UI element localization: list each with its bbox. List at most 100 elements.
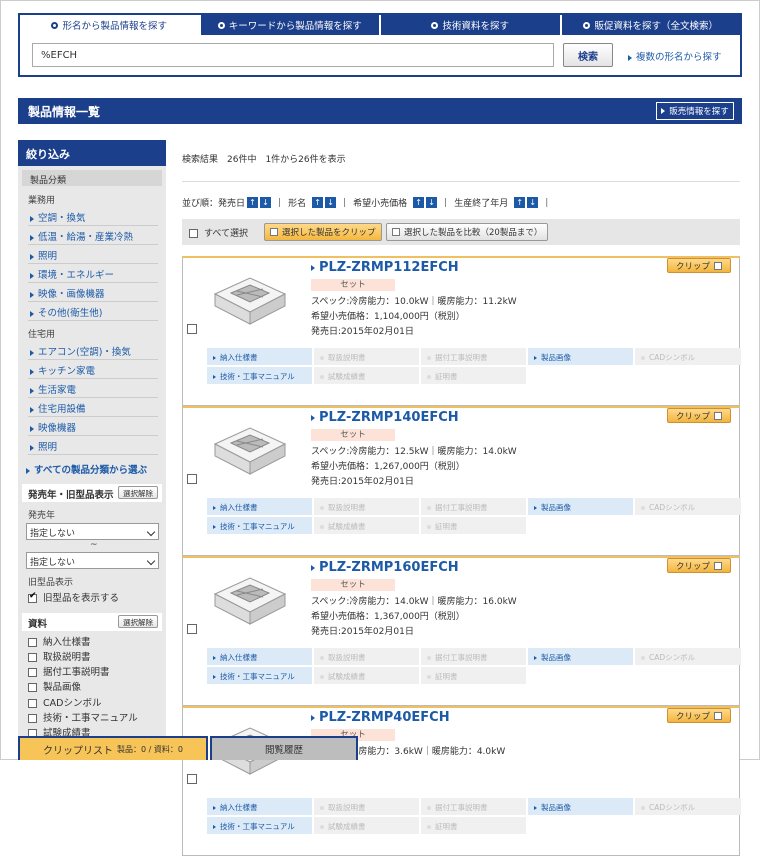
sort-asc-icon[interactable]: ↑ (247, 197, 259, 208)
sort-desc-icon[interactable]: ↓ (527, 197, 539, 208)
clip-button[interactable]: クリップ (667, 258, 731, 273)
category-link[interactable]: その他(衛生他) (28, 302, 158, 321)
tab-sales-docs[interactable]: 販促資料を探す（全文検索） (561, 15, 740, 35)
doc-links: 納入仕様書 取扱説明書 据付工事説明書 製品画像 CADシンボル 技術・工事マニュアル 試験… (207, 348, 741, 384)
doc-link[interactable]: 製品画像 (528, 798, 633, 815)
clip-button[interactable]: クリップ (667, 558, 731, 573)
filter-sidebar: 絞り込み 製品分類 業務用 空調・換気 低温・給湯・産業冷熱 照明 環境・エネル… (18, 140, 166, 760)
select-all-checkbox[interactable]: すべて選択 (189, 226, 248, 239)
release-year-from-select[interactable]: 指定しない (26, 523, 159, 540)
clip-selected-button[interactable]: 選択した製品をクリップ (264, 223, 382, 241)
product-checkbox[interactable] (187, 324, 197, 334)
doc-link[interactable]: 納入仕様書 (207, 498, 312, 515)
product-name-link[interactable]: PLZ-ZRMP140EFCH (311, 410, 459, 425)
radio-icon (583, 21, 591, 29)
radio-icon (217, 21, 225, 29)
doc-checkbox[interactable]: 技術・工事マニュアル (28, 710, 138, 724)
doc-checkbox[interactable]: 納入仕様書 (28, 634, 91, 648)
category-link[interactable]: 映像・画像機器 (28, 283, 158, 302)
all-categories-link[interactable]: すべての製品分類から選ぶ (26, 462, 147, 476)
old-model-checkbox[interactable]: 旧型品を表示する (28, 590, 119, 604)
doc-link[interactable]: 技術・工事マニュアル (207, 667, 312, 684)
doc-link: 試験成績書 (314, 367, 419, 384)
category-link[interactable]: 低温・給湯・産業冷熱 (28, 226, 158, 245)
doc-link: 取扱説明書 (314, 648, 419, 665)
doc-link[interactable]: 納入仕様書 (207, 348, 312, 365)
sort-desc-icon[interactable]: ↓ (325, 197, 337, 208)
tab-tech-docs[interactable]: 技術資料を探す (381, 15, 560, 35)
category-link[interactable]: 照明 (28, 436, 158, 455)
product-image (213, 427, 287, 475)
compare-selected-button[interactable]: 選択した製品を比較（20製品まで） (386, 223, 549, 241)
divider (182, 181, 740, 182)
history-tab[interactable]: 閲覧履歴 (210, 736, 358, 760)
category-link[interactable]: 住宅用設備 (28, 398, 158, 417)
search-tabs: 形名から製品情報を探す キーワードから製品情報を探す 技術資料を探す 販促資料を… (20, 15, 740, 35)
doc-checkbox[interactable]: 据付工事説明書 (28, 664, 110, 678)
release-date: 発売日:2015年02月01日 (311, 477, 414, 487)
doc-link[interactable]: 技術・工事マニュアル (207, 817, 312, 834)
clip-icon (714, 711, 722, 720)
product-name-link[interactable]: PLZ-ZRMP160EFCH (311, 560, 459, 575)
doc-link[interactable]: 製品画像 (528, 498, 633, 515)
category-link[interactable]: キッチン家電 (28, 360, 158, 379)
sales-info-button[interactable]: 販売情報を探す (656, 102, 734, 120)
set-badge: セット (311, 579, 395, 591)
multi-model-link[interactable]: 複数の形名から探す (628, 49, 722, 63)
category-link[interactable]: 映像機器 (28, 417, 158, 436)
filter-title: 絞り込み (18, 140, 166, 166)
product-spec: スペック:冷房能力：10.0kW｜暖房能力：11.2kW (311, 297, 517, 307)
clip-button[interactable]: クリップ (667, 408, 731, 423)
sort-asc-icon[interactable]: ↑ (312, 197, 324, 208)
clear-button[interactable]: 選択解除 (118, 486, 158, 499)
tab-model-search[interactable]: 形名から製品情報を探す (20, 15, 199, 35)
clip-list-tab[interactable]: クリップリスト 製品：0 / 資料：0 (18, 736, 208, 760)
clear-button[interactable]: 選択解除 (118, 615, 158, 628)
product-price: 希望小売価格：1,267,000円（税別） (311, 462, 465, 472)
doc-link: 取扱説明書 (314, 798, 419, 815)
release-year-label: 発売年 (28, 511, 56, 521)
clip-button[interactable]: クリップ (667, 708, 731, 723)
product-price: 希望小売価格：1,367,000円（税別） (311, 612, 465, 622)
tab-keyword-search[interactable]: キーワードから製品情報を探す (200, 15, 379, 35)
doc-link: CADシンボル (635, 798, 741, 815)
search-input[interactable] (32, 43, 554, 67)
radio-icon (431, 21, 439, 29)
sort-asc-icon[interactable]: ↑ (413, 197, 425, 208)
product-name-link[interactable]: PLZ-ZRMP40EFCH (311, 710, 450, 725)
category-link[interactable]: 生活家電 (28, 379, 158, 398)
doc-link[interactable]: 製品画像 (528, 348, 633, 365)
doc-link[interactable]: 納入仕様書 (207, 798, 312, 815)
category-link[interactable]: 環境・エネルギー (28, 264, 158, 283)
release-year-to-select[interactable]: 指定しない (26, 552, 159, 569)
doc-link[interactable]: 製品画像 (528, 648, 633, 665)
product-name-link[interactable]: PLZ-ZRMP112EFCH (311, 260, 459, 275)
doc-checkbox[interactable]: 取扱説明書 (28, 649, 91, 663)
doc-link: 据付工事説明書 (421, 348, 526, 365)
doc-link[interactable]: 技術・工事マニュアル (207, 517, 312, 534)
doc-link: 据付工事説明書 (421, 648, 526, 665)
set-badge: セット (311, 429, 395, 441)
doc-link[interactable]: 技術・工事マニュアル (207, 367, 312, 384)
product-checkbox[interactable] (187, 474, 197, 484)
doc-link[interactable]: 納入仕様書 (207, 648, 312, 665)
product-spec: スペック:冷房能力：12.5kW｜暖房能力：14.0kW (311, 447, 517, 457)
product-image (213, 277, 287, 325)
product-checkbox[interactable] (187, 624, 197, 634)
doc-links: 納入仕様書 取扱説明書 据付工事説明書 製品画像 CADシンボル 技術・工事マニュアル 試験… (207, 798, 741, 834)
category-link[interactable]: エアコン(空調)・換気 (28, 341, 158, 360)
home-label: 住宅用 (28, 330, 56, 340)
sort-desc-icon[interactable]: ↓ (260, 197, 272, 208)
product-card: PLZ-ZRMP160EFCH セット スペック:冷房能力：14.0kW｜暖房能… (182, 556, 741, 706)
clip-icon (714, 411, 722, 420)
doc-checkbox[interactable]: 製品画像 (28, 679, 81, 693)
sort-asc-icon[interactable]: ↑ (514, 197, 526, 208)
product-card: PLZ-ZRMP40EFCH セット スペック:冷房能力：3.6kW｜暖房能力：… (182, 706, 741, 856)
doc-checkbox[interactable]: CADシンボル (28, 695, 101, 709)
category-link[interactable]: 照明 (28, 245, 158, 264)
search-button[interactable]: 検索 (563, 43, 613, 67)
category-link[interactable]: 空調・換気 (28, 207, 158, 226)
product-checkbox[interactable] (187, 774, 197, 784)
release-section-title: 発売年・旧型品表示 選択解除 (22, 484, 162, 502)
sort-desc-icon[interactable]: ↓ (426, 197, 438, 208)
